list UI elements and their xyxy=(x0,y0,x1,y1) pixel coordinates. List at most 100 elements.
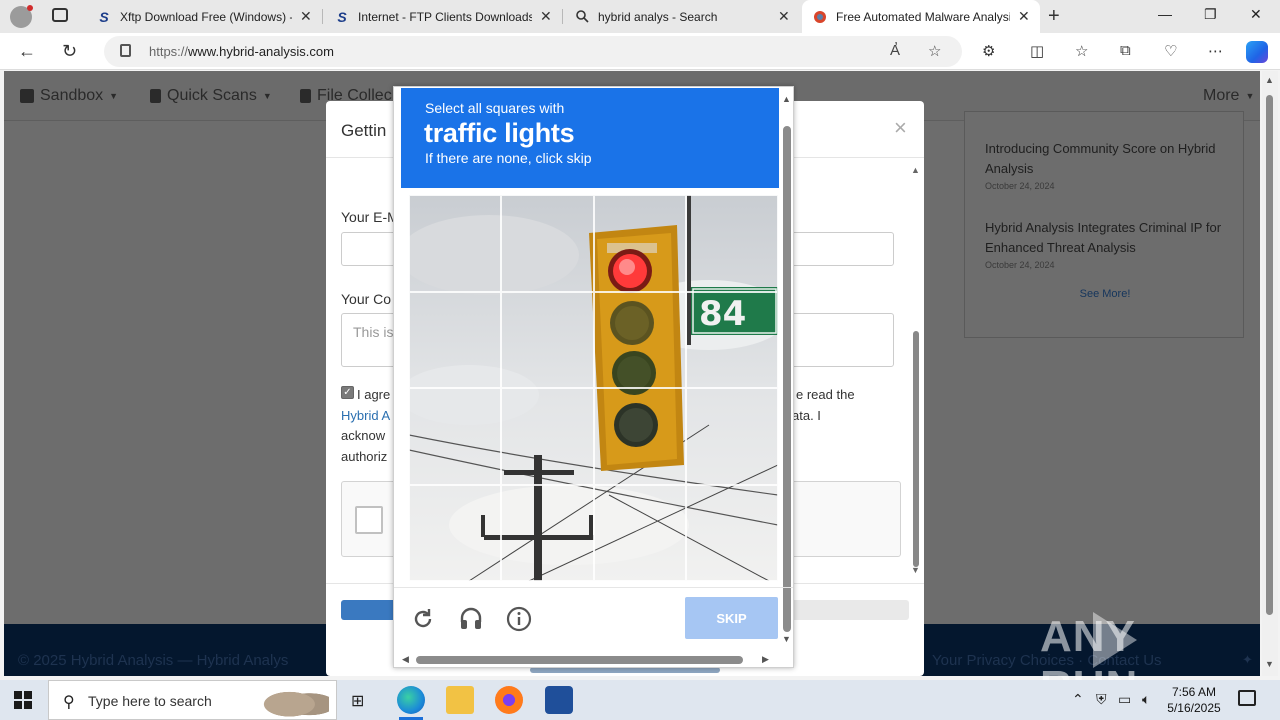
favorites-icon[interactable]: ☆ xyxy=(1075,42,1088,60)
agree-checkbox[interactable]: ✓ xyxy=(341,386,354,399)
reload-challenge-icon[interactable] xyxy=(409,605,437,633)
scroll-down-icon[interactable]: ▼ xyxy=(782,634,791,644)
captcha-tile[interactable] xyxy=(409,291,502,388)
scroll-left-icon[interactable]: ◀ xyxy=(402,654,409,665)
close-window-icon[interactable]: ✕ xyxy=(1250,6,1262,23)
more-menu-icon[interactable]: ⋯ xyxy=(1208,42,1223,60)
taskbar-search-placeholder: Type here to search xyxy=(88,693,212,709)
lock-icon[interactable] xyxy=(120,44,131,57)
captcha-tile[interactable] xyxy=(685,388,778,485)
security-icon[interactable]: ⛨ xyxy=(1096,691,1107,708)
url-text[interactable]: https://www.hybrid-analysis.com xyxy=(149,44,334,59)
copilot-icon[interactable] xyxy=(1246,41,1268,63)
scroll-up-icon[interactable]: ▲ xyxy=(1265,75,1274,85)
captcha-tile[interactable] xyxy=(593,195,686,292)
scrollbar-thumb[interactable] xyxy=(783,126,791,632)
close-tab-icon[interactable]: ✕ xyxy=(778,8,790,25)
scrollbar-thumb[interactable] xyxy=(416,656,743,664)
captcha-tile[interactable] xyxy=(501,484,594,581)
extensions-icon[interactable]: ⚙ xyxy=(982,42,995,60)
challenge-vertical-scrollbar[interactable]: ▲ ▼ xyxy=(780,88,794,648)
captcha-tile[interactable] xyxy=(593,484,686,581)
nav-quick-scans[interactable]: Quick Scans ▼ xyxy=(150,87,272,105)
tab-ftp-clients[interactable]: S Internet - FTP Clients Downloads ✕ xyxy=(324,0,562,33)
taskbar-search[interactable]: ⚲ Type here to search xyxy=(48,680,337,720)
recaptcha-checkbox[interactable] xyxy=(355,506,383,534)
favorite-star-icon[interactable]: ☆ xyxy=(928,42,941,60)
news-title[interactable]: Introducing Community Score on Hybrid An… xyxy=(985,139,1225,179)
close-tab-icon[interactable]: ✕ xyxy=(540,8,552,25)
show-hidden-icons-icon[interactable]: ⌃ xyxy=(1072,691,1084,708)
system-clock[interactable]: 7:56 AM 5/16/2025 xyxy=(1162,684,1226,716)
taskbar: ⚲ Type here to search ⊞ ⌃ ⛨ ▭ 🔈︎ 7:56 AM… xyxy=(0,680,1280,720)
scroll-right-icon[interactable]: ▶ xyxy=(762,654,769,665)
agree-text: I agre xyxy=(357,387,391,402)
volume-icon[interactable]: 🔈︎ xyxy=(1142,691,1150,708)
file-explorer-icon[interactable] xyxy=(446,686,474,714)
task-view-icon[interactable]: ⊞ xyxy=(351,691,364,711)
news-item[interactable]: Hybrid Analysis Integrates Criminal IP f… xyxy=(985,218,1225,270)
submit-button[interactable] xyxy=(341,600,401,620)
windows-start-icon[interactable] xyxy=(14,691,32,709)
network-icon[interactable]: ▭ xyxy=(1118,691,1131,708)
news-date: October 24, 2024 xyxy=(985,260,1055,270)
captcha-tile[interactable] xyxy=(409,484,502,581)
captcha-tile[interactable] xyxy=(685,291,778,388)
back-icon[interactable]: ← xyxy=(18,41,36,62)
page-scrollbar[interactable]: ▲ ▼ xyxy=(1262,71,1278,676)
edge-taskbar-icon[interactable] xyxy=(397,686,425,720)
captcha-tile[interactable] xyxy=(685,195,778,292)
close-icon[interactable]: × xyxy=(894,115,907,141)
captcha-tile[interactable] xyxy=(593,388,686,485)
captcha-tile[interactable] xyxy=(593,291,686,388)
close-tab-icon[interactable]: ✕ xyxy=(300,8,312,25)
new-tab-icon[interactable]: + xyxy=(1048,5,1060,28)
captcha-tile[interactable] xyxy=(501,291,594,388)
s-logo-icon: S xyxy=(99,8,109,25)
refresh-icon[interactable]: ↻ xyxy=(62,41,77,62)
minimize-icon[interactable]: — xyxy=(1158,6,1172,22)
captcha-tile[interactable] xyxy=(501,388,594,485)
split-screen-icon[interactable]: ◫ xyxy=(1030,42,1044,60)
info-icon[interactable] xyxy=(505,605,533,633)
news-item[interactable]: Introducing Community Score on Hybrid An… xyxy=(985,139,1225,191)
captcha-tile[interactable] xyxy=(409,388,502,485)
scrollbar-thumb[interactable] xyxy=(1266,95,1273,615)
cube-icon xyxy=(20,89,34,103)
notifications-icon[interactable] xyxy=(1238,690,1256,706)
restore-icon[interactable]: ❐ xyxy=(1204,6,1217,23)
captcha-tile[interactable] xyxy=(409,195,502,292)
challenge-grid xyxy=(409,195,778,581)
address-bar[interactable]: https://www.hybrid-analysis.com A̛ ☆ xyxy=(104,36,962,67)
chevron-down-icon: ▼ xyxy=(109,91,119,101)
see-more-link[interactable]: See More! xyxy=(965,288,1245,300)
read-aloud-icon[interactable]: A̛ xyxy=(890,42,900,59)
skip-button[interactable]: SKIP xyxy=(685,597,778,639)
tab-search[interactable]: hybrid analys - Search ✕ xyxy=(564,0,800,33)
audio-challenge-icon[interactable] xyxy=(457,605,485,633)
captcha-tile[interactable] xyxy=(501,195,594,292)
challenge-horizontal-scrollbar[interactable]: ◀ ▶ xyxy=(394,652,780,668)
powershell-icon[interactable] xyxy=(545,686,573,714)
scroll-up-icon[interactable]: ▲ xyxy=(911,165,920,175)
search-highlight-image xyxy=(263,685,329,717)
agree-text: e read the xyxy=(796,387,855,402)
close-tab-icon[interactable]: ✕ xyxy=(1018,8,1030,25)
browser-essentials-icon[interactable]: ♡ xyxy=(1164,42,1177,60)
tab-hybrid-analysis[interactable]: Free Automated Malware Analysi ✕ xyxy=(802,0,1040,33)
scroll-up-icon[interactable]: ▲ xyxy=(782,94,791,104)
terms-link[interactable]: Hybrid A xyxy=(341,408,390,423)
firefox-icon[interactable] xyxy=(495,686,523,714)
nav-sandbox[interactable]: Sandbox ▼ xyxy=(20,87,118,105)
scrollbar-thumb[interactable] xyxy=(913,331,919,567)
scroll-down-icon[interactable]: ▼ xyxy=(911,565,920,575)
news-title[interactable]: Hybrid Analysis Integrates Criminal IP f… xyxy=(985,218,1225,258)
modal-scrollbar[interactable]: ▲ ▼ xyxy=(909,161,923,581)
collections-icon[interactable]: ⧉ xyxy=(1120,42,1131,59)
tab-actions-icon[interactable] xyxy=(52,8,68,22)
profile-avatar-icon[interactable] xyxy=(10,5,33,28)
tab-xftp[interactable]: S Xftp Download Free (Windows) - ✕ xyxy=(86,0,322,33)
captcha-tile[interactable] xyxy=(685,484,778,581)
nav-more[interactable]: More ▼ xyxy=(1203,87,1254,105)
hybrid-analysis-icon xyxy=(812,9,828,25)
